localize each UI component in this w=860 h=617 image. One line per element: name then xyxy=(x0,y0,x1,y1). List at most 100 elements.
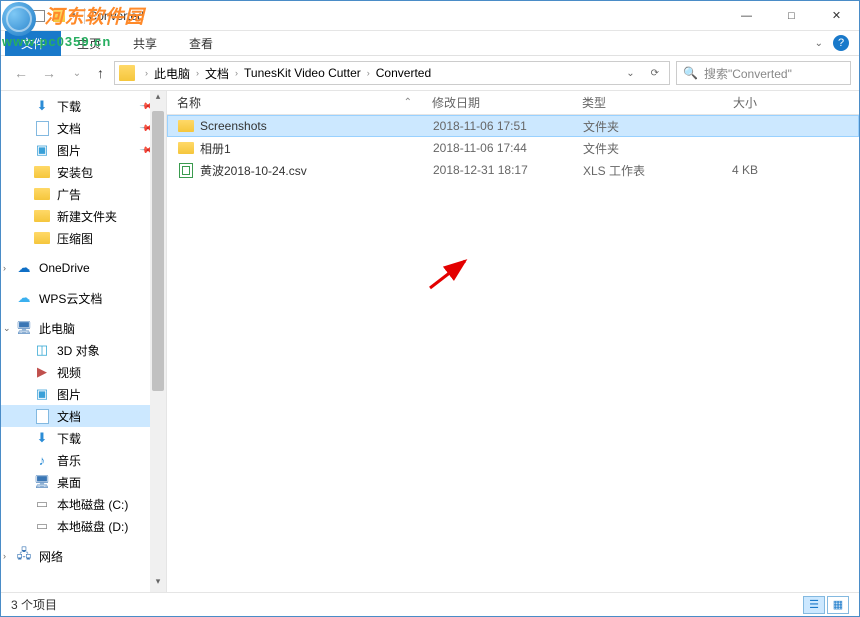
annotation-arrow-icon xyxy=(425,256,475,291)
back-button[interactable]: ← xyxy=(9,61,33,85)
onedrive-icon: ☁ xyxy=(15,260,33,276)
tab-file[interactable]: 文件 xyxy=(5,31,61,56)
sidebar-item-diskd[interactable]: ▭本地磁盘 (D:) xyxy=(1,515,166,537)
sidebar-item-music[interactable]: ♪音乐 xyxy=(1,449,166,471)
sidebar-item-desktop[interactable]: 🖥桌面 xyxy=(1,471,166,493)
music-icon: ♪ xyxy=(33,452,51,468)
address-bar[interactable]: › 此电脑 › 文档 › TunesKit Video Cutter › Con… xyxy=(114,61,670,85)
sidebar-item-downloads[interactable]: ⬇下载📌 xyxy=(1,95,166,117)
file-type: 文件夹 xyxy=(573,140,678,157)
column-header-date[interactable]: 修改日期 xyxy=(422,94,572,111)
up-button[interactable]: ↑ xyxy=(93,65,108,81)
sidebar-item-pictures2[interactable]: ▣图片 xyxy=(1,383,166,405)
qat-newfolder-icon[interactable] xyxy=(53,10,65,22)
folder-icon xyxy=(119,65,135,81)
sidebar-item-network[interactable]: ›🖧网络 xyxy=(1,545,166,567)
chevron-right-icon[interactable]: › xyxy=(3,263,6,273)
desktop-icon: 🖥 xyxy=(33,474,51,490)
chevron-right-icon[interactable]: › xyxy=(231,68,242,78)
folder-icon xyxy=(33,230,51,246)
file-row[interactable]: 相册12018-11-06 17:44文件夹 xyxy=(167,137,859,159)
scroll-down-icon[interactable]: ▾ xyxy=(150,576,166,592)
recent-locations-button[interactable]: ⌄ xyxy=(65,61,89,85)
sidebar-item-downloads2[interactable]: ⬇下载 xyxy=(1,427,166,449)
tab-share[interactable]: 共享 xyxy=(117,31,173,56)
videos-icon: ▶ xyxy=(33,364,51,380)
sidebar-item-newfolder[interactable]: 新建文件夹 xyxy=(1,205,166,227)
divider xyxy=(84,8,85,24)
file-row[interactable]: 黄波2018-10-24.csv2018-12-31 18:17XLS 工作表4… xyxy=(167,159,859,181)
column-headers: 名称⌃ 修改日期 类型 大小 xyxy=(167,91,859,115)
quick-access-toolbar xyxy=(33,10,65,22)
document-icon xyxy=(33,120,51,136)
column-header-size[interactable]: 大小 xyxy=(677,94,767,111)
scroll-thumb[interactable] xyxy=(152,111,164,391)
file-date: 2018-12-31 18:17 xyxy=(423,163,573,177)
column-header-type[interactable]: 类型 xyxy=(572,94,677,111)
breadcrumb-documents[interactable]: 文档 xyxy=(203,65,231,82)
qat-properties-icon[interactable] xyxy=(33,10,45,22)
sidebar-item-documents[interactable]: 文档📌 xyxy=(1,117,166,139)
sidebar-item-thispc[interactable]: ⌄🖥此电脑 xyxy=(1,317,166,339)
sidebar-item-wpscloud[interactable]: ☁WPS云文档 xyxy=(1,287,166,309)
sidebar-item-pictures[interactable]: ▣图片📌 xyxy=(1,139,166,161)
tab-home[interactable]: 主页 xyxy=(61,31,117,56)
help-icon[interactable]: ? xyxy=(833,35,849,51)
sidebar-scrollbar[interactable]: ▴ ▾ xyxy=(150,91,166,592)
qat-dropdown-icon[interactable]: ▾ xyxy=(71,10,76,21)
scroll-up-icon[interactable]: ▴ xyxy=(150,91,166,107)
ribbon-expand-icon[interactable]: ⌄ xyxy=(815,38,823,49)
folder-icon xyxy=(178,120,194,132)
status-bar: 3 个项目 ☰ ▦ xyxy=(1,592,859,616)
close-button[interactable]: ✕ xyxy=(814,1,859,31)
chevron-right-icon[interactable]: › xyxy=(3,551,6,561)
refresh-button[interactable]: ⟳ xyxy=(645,68,665,79)
document-icon xyxy=(33,408,51,424)
file-type: 文件夹 xyxy=(573,118,678,135)
sidebar-item-onedrive[interactable]: ›☁OneDrive xyxy=(1,257,166,279)
file-date: 2018-11-06 17:51 xyxy=(423,119,573,133)
folder-icon xyxy=(9,8,25,24)
file-name: Screenshots xyxy=(200,119,267,133)
pictures-icon: ▣ xyxy=(33,386,51,402)
minimize-button[interactable]: — xyxy=(724,1,769,31)
downloads-icon: ⬇ xyxy=(33,430,51,446)
chevron-right-icon[interactable]: › xyxy=(141,68,152,78)
sidebar-item-videos[interactable]: ▶视频 xyxy=(1,361,166,383)
breadcrumb-tuneskit[interactable]: TunesKit Video Cutter xyxy=(242,66,363,80)
wps-cloud-icon: ☁ xyxy=(15,290,33,306)
title-bar: ▾ Converted — □ ✕ xyxy=(1,1,859,31)
breadcrumb-thispc[interactable]: 此电脑 xyxy=(152,65,192,82)
file-name: 黄波2018-10-24.csv xyxy=(200,162,307,179)
search-input[interactable]: 🔍 搜索"Converted" xyxy=(676,61,851,85)
address-dropdown-icon[interactable]: ⌄ xyxy=(620,68,640,79)
tab-view[interactable]: 查看 xyxy=(173,31,229,56)
sidebar-item-diskc[interactable]: ▭本地磁盘 (C:) xyxy=(1,493,166,515)
xls-icon xyxy=(179,163,193,178)
chevron-down-icon[interactable]: ⌄ xyxy=(3,323,11,334)
search-icon: 🔍 xyxy=(683,66,698,80)
view-icons-button[interactable]: ▦ xyxy=(827,596,849,614)
chevron-right-icon[interactable]: › xyxy=(363,68,374,78)
column-header-name[interactable]: 名称⌃ xyxy=(167,94,422,111)
file-row[interactable]: Screenshots 2018-11-06 17:51文件夹 xyxy=(167,115,859,137)
forward-button[interactable]: → xyxy=(37,61,61,85)
maximize-button[interactable]: □ xyxy=(769,1,814,31)
network-icon: 🖧 xyxy=(15,548,33,564)
sidebar-item-installers[interactable]: 安装包 xyxy=(1,161,166,183)
view-details-button[interactable]: ☰ xyxy=(803,596,825,614)
sort-asc-icon: ⌃ xyxy=(404,97,412,108)
disk-icon: ▭ xyxy=(33,496,51,512)
breadcrumb-converted[interactable]: Converted xyxy=(374,66,433,80)
sidebar-item-documents2[interactable]: 文档 xyxy=(1,405,166,427)
sidebar-item-archives[interactable]: 压缩图 xyxy=(1,227,166,249)
status-item-count: 3 个项目 xyxy=(11,596,57,613)
file-size: 4 KB xyxy=(678,163,768,177)
sidebar-item-ads[interactable]: 广告 xyxy=(1,183,166,205)
thispc-icon: 🖥 xyxy=(15,320,33,336)
navigation-pane: ⬇下载📌 文档📌 ▣图片📌 安装包 广告 新建文件夹 压缩图 ›☁OneDriv… xyxy=(1,91,167,592)
folder-icon xyxy=(33,164,51,180)
chevron-right-icon[interactable]: › xyxy=(192,68,203,78)
sidebar-item-3dobjects[interactable]: ◫3D 对象 xyxy=(1,339,166,361)
file-date: 2018-11-06 17:44 xyxy=(423,141,573,155)
